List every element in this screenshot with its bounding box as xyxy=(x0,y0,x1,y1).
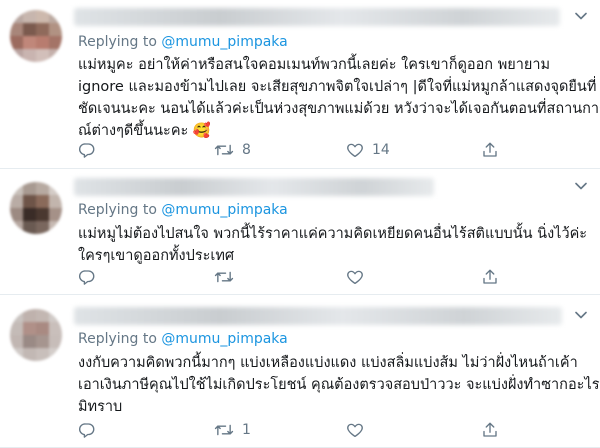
retweet-button[interactable] xyxy=(214,266,242,288)
replying-to: Replying to @mumu_pimpaka xyxy=(78,331,288,347)
heart-icon xyxy=(347,143,363,158)
tweet-text-line: แม่หมูคะ อย่าให้ค่าหรือสนใจคอมเมนท์พวกนี… xyxy=(78,57,551,73)
share-button[interactable] xyxy=(481,139,499,161)
avatar[interactable] xyxy=(10,309,62,361)
action-bar: 1 xyxy=(78,419,518,441)
tweet-text-line: ชัดเจนนะคะ นอนได้แล้วค่ะเป็นห่วงสุขภาพแม… xyxy=(78,101,600,117)
tweet-text-line: งงกับความคิดพวกนี้มากๆ แบ่งเหลืองแบ่งแดง… xyxy=(78,355,578,371)
reply-icon xyxy=(78,423,95,438)
chevron-down-icon xyxy=(575,182,587,190)
share-button[interactable] xyxy=(481,266,499,288)
like-button[interactable]: 14 xyxy=(346,139,390,161)
display-name[interactable] xyxy=(74,8,560,26)
reply-button[interactable] xyxy=(78,419,104,441)
avatar[interactable] xyxy=(10,182,62,234)
tweet-text-line: มิทราบ xyxy=(78,399,123,415)
tweet[interactable]: Replying to @mumu_pimpaka แม่หมูคะ อย่าใ… xyxy=(0,0,600,169)
heart-icon xyxy=(347,270,363,285)
retweet-icon xyxy=(214,271,234,283)
reply-button[interactable] xyxy=(78,139,104,161)
like-button[interactable] xyxy=(346,419,372,441)
more-options-button[interactable] xyxy=(574,308,588,322)
display-name[interactable] xyxy=(74,178,434,196)
display-name[interactable] xyxy=(74,307,562,325)
retweet-count: 1 xyxy=(242,422,251,438)
more-options-button[interactable] xyxy=(574,179,588,193)
replying-prefix: Replying to xyxy=(78,331,162,347)
tweet-text: แม่หมูไม่ต้องไปสนใจ พวกนี้ไร้ราคาแค่ความ… xyxy=(78,223,588,267)
retweet-icon xyxy=(214,144,234,156)
heart-icon xyxy=(347,423,363,438)
replying-to: Replying to @mumu_pimpaka xyxy=(78,202,288,218)
tweet[interactable]: Replying to @mumu_pimpaka แม่หมูไม่ต้องไ… xyxy=(0,169,600,295)
tweet-text-line: ใครๆเขาดูออกทั้งประเทศ xyxy=(78,248,235,264)
tweet-text: งงกับความคิดพวกนี้มากๆ แบ่งเหลืองแบ่งแดง… xyxy=(78,352,600,418)
chevron-down-icon xyxy=(575,311,587,319)
tweet-text: แม่หมูคะ อย่าให้ค่าหรือสนใจคอมเมนท์พวกนี… xyxy=(78,54,600,142)
mention-link[interactable]: @mumu_pimpaka xyxy=(161,202,287,218)
chevron-down-icon xyxy=(575,12,587,20)
tweet-text-line: เอาเงินภาษีคุณไปใช้ไม่เกิดประโยชน์ คุณต้… xyxy=(78,377,600,393)
replying-to: Replying to @mumu_pimpaka xyxy=(78,34,288,50)
replying-prefix: Replying to xyxy=(78,202,162,218)
mention-link[interactable]: @mumu_pimpaka xyxy=(161,34,287,50)
share-icon xyxy=(483,422,497,437)
share-icon xyxy=(483,142,497,157)
like-button[interactable] xyxy=(346,266,372,288)
retweet-icon xyxy=(214,424,234,436)
avatar[interactable] xyxy=(10,10,62,62)
like-count: 14 xyxy=(372,142,390,158)
tweet-text-line: แม่หมูไม่ต้องไปสนใจ พวกนี้ไร้ราคาแค่ความ… xyxy=(78,226,588,242)
share-button[interactable] xyxy=(481,419,499,441)
action-bar: 8 14 xyxy=(78,139,518,161)
retweet-button[interactable]: 8 xyxy=(214,139,251,161)
retweet-count: 8 xyxy=(242,142,251,158)
more-options-button[interactable] xyxy=(574,9,588,23)
replying-prefix: Replying to xyxy=(78,34,162,50)
tweet-text-line: ignore และมองข้ามไปเลย จะเสียสุขภาพจิตใจ… xyxy=(78,79,597,95)
action-bar xyxy=(78,266,518,288)
reply-icon xyxy=(78,270,95,285)
reply-button[interactable] xyxy=(78,266,104,288)
reply-icon xyxy=(78,143,95,158)
share-icon xyxy=(483,269,497,284)
retweet-button[interactable]: 1 xyxy=(214,419,251,441)
tweet[interactable]: Replying to @mumu_pimpaka งงกับความคิดพว… xyxy=(0,295,600,448)
mention-link[interactable]: @mumu_pimpaka xyxy=(161,331,287,347)
